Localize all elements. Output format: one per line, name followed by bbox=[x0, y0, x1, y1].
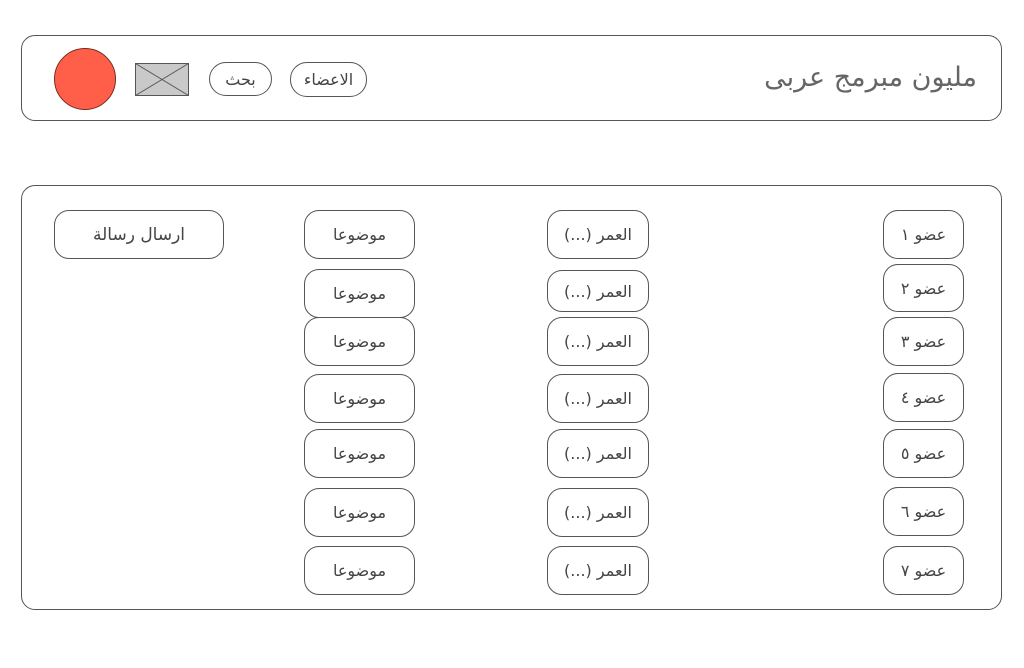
member-topics-7[interactable]: موضوعا bbox=[304, 546, 415, 595]
header-bar: مليون مبرمج عربى الاعضاء بحث bbox=[21, 35, 1002, 121]
member-age-5[interactable]: العمر (...) bbox=[547, 429, 649, 478]
member-name-5[interactable]: عضو ٥ bbox=[883, 429, 964, 478]
member-name-1[interactable]: عضو ١ bbox=[883, 210, 964, 259]
member-age-2[interactable]: العمر (...) bbox=[547, 270, 649, 312]
search-nav-button[interactable]: بحث bbox=[209, 62, 272, 96]
member-topics-5[interactable]: موضوعا bbox=[304, 429, 415, 478]
member-name-3[interactable]: عضو ٣ bbox=[883, 317, 964, 366]
site-title: مليون مبرمج عربى bbox=[764, 62, 977, 93]
member-topics-4[interactable]: موضوعا bbox=[304, 374, 415, 423]
member-topics-1[interactable]: موضوعا bbox=[304, 210, 415, 259]
member-age-4[interactable]: العمر (...) bbox=[547, 374, 649, 423]
member-age-7[interactable]: العمر (...) bbox=[547, 546, 649, 595]
member-name-6[interactable]: عضو ٦ bbox=[883, 487, 964, 536]
member-age-3[interactable]: العمر (...) bbox=[547, 317, 649, 366]
members-nav-button[interactable]: الاعضاء bbox=[290, 62, 367, 97]
member-topics-2[interactable]: موضوعا bbox=[304, 269, 415, 318]
member-name-4[interactable]: عضو ٤ bbox=[883, 373, 964, 422]
member-topics-3[interactable]: موضوعا bbox=[304, 317, 415, 366]
send-message-button[interactable]: ارسال رسالة bbox=[54, 210, 224, 259]
member-age-1[interactable]: العمر (...) bbox=[547, 210, 649, 259]
members-panel: ارسال رسالة عضو ١ العمر (...) موضوعا عضو… bbox=[21, 185, 1002, 610]
page: مليون مبرمج عربى الاعضاء بحث ارسال رسالة… bbox=[0, 0, 1024, 668]
member-name-7[interactable]: عضو ٧ bbox=[883, 546, 964, 595]
member-topics-6[interactable]: موضوعا bbox=[304, 488, 415, 537]
user-avatar[interactable] bbox=[54, 48, 116, 110]
image-placeholder-icon bbox=[135, 63, 189, 96]
member-age-6[interactable]: العمر (...) bbox=[547, 488, 649, 537]
member-name-2[interactable]: عضو ٢ bbox=[883, 264, 964, 312]
